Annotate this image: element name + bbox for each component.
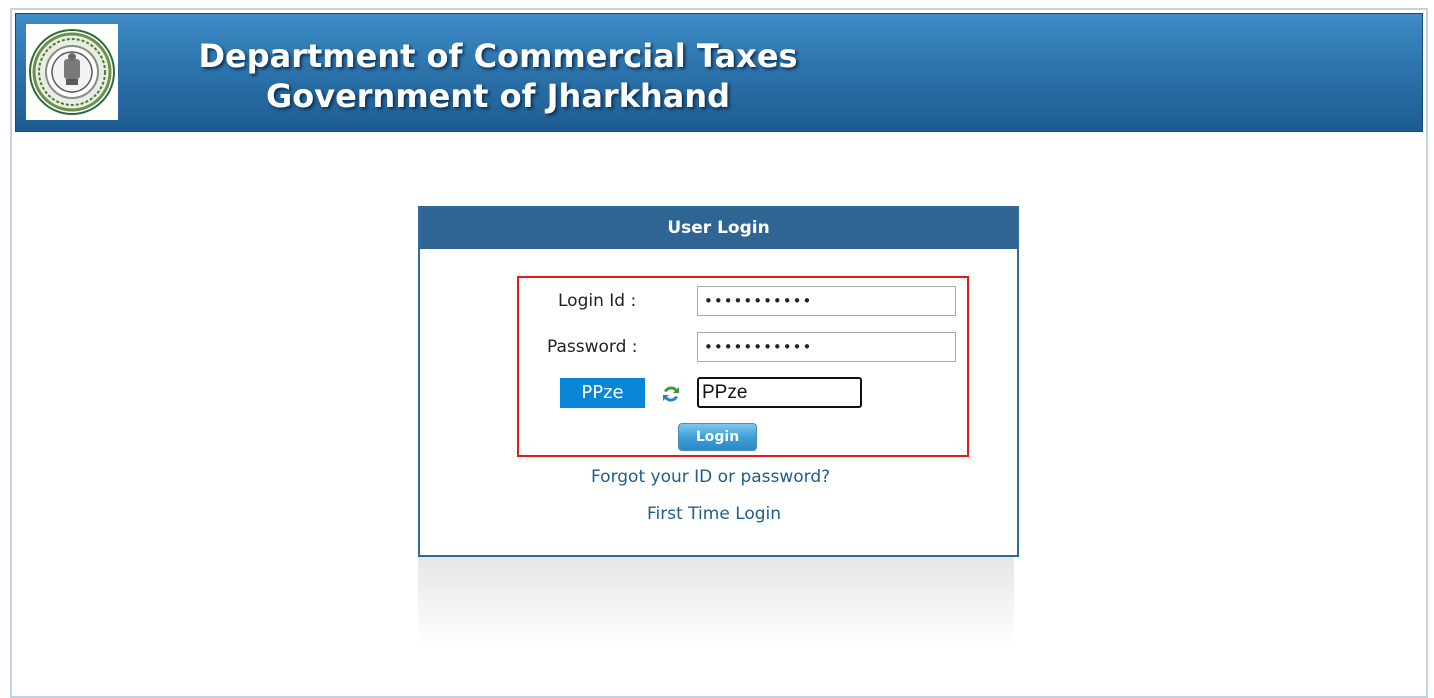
refresh-icon[interactable] (659, 382, 683, 406)
captcha-input[interactable]: PPze (697, 377, 862, 408)
first-time-login-link[interactable]: First Time Login (647, 504, 781, 524)
forgot-id-password-link[interactable]: Forgot your ID or password? (591, 467, 830, 487)
login-button[interactable]: Login (678, 423, 757, 451)
captcha-image: PPze (560, 378, 645, 408)
header-title-line1: Department of Commercial Taxes (198, 37, 798, 75)
site-header: Department of Commercial Taxes Governmen… (15, 13, 1423, 132)
login-panel-title: User Login (420, 208, 1017, 249)
password-input[interactable]: ••••••••••• (697, 332, 956, 362)
login-id-label: Login Id : (558, 291, 637, 311)
password-label: Password : (547, 337, 638, 357)
state-emblem-seal-icon (26, 24, 118, 120)
login-panel-shadow (418, 557, 1014, 647)
header-title: Department of Commercial Taxes Governmen… (188, 36, 808, 116)
header-title-line2: Government of Jharkhand (265, 77, 731, 115)
login-id-input[interactable]: ••••••••••• (697, 286, 956, 316)
